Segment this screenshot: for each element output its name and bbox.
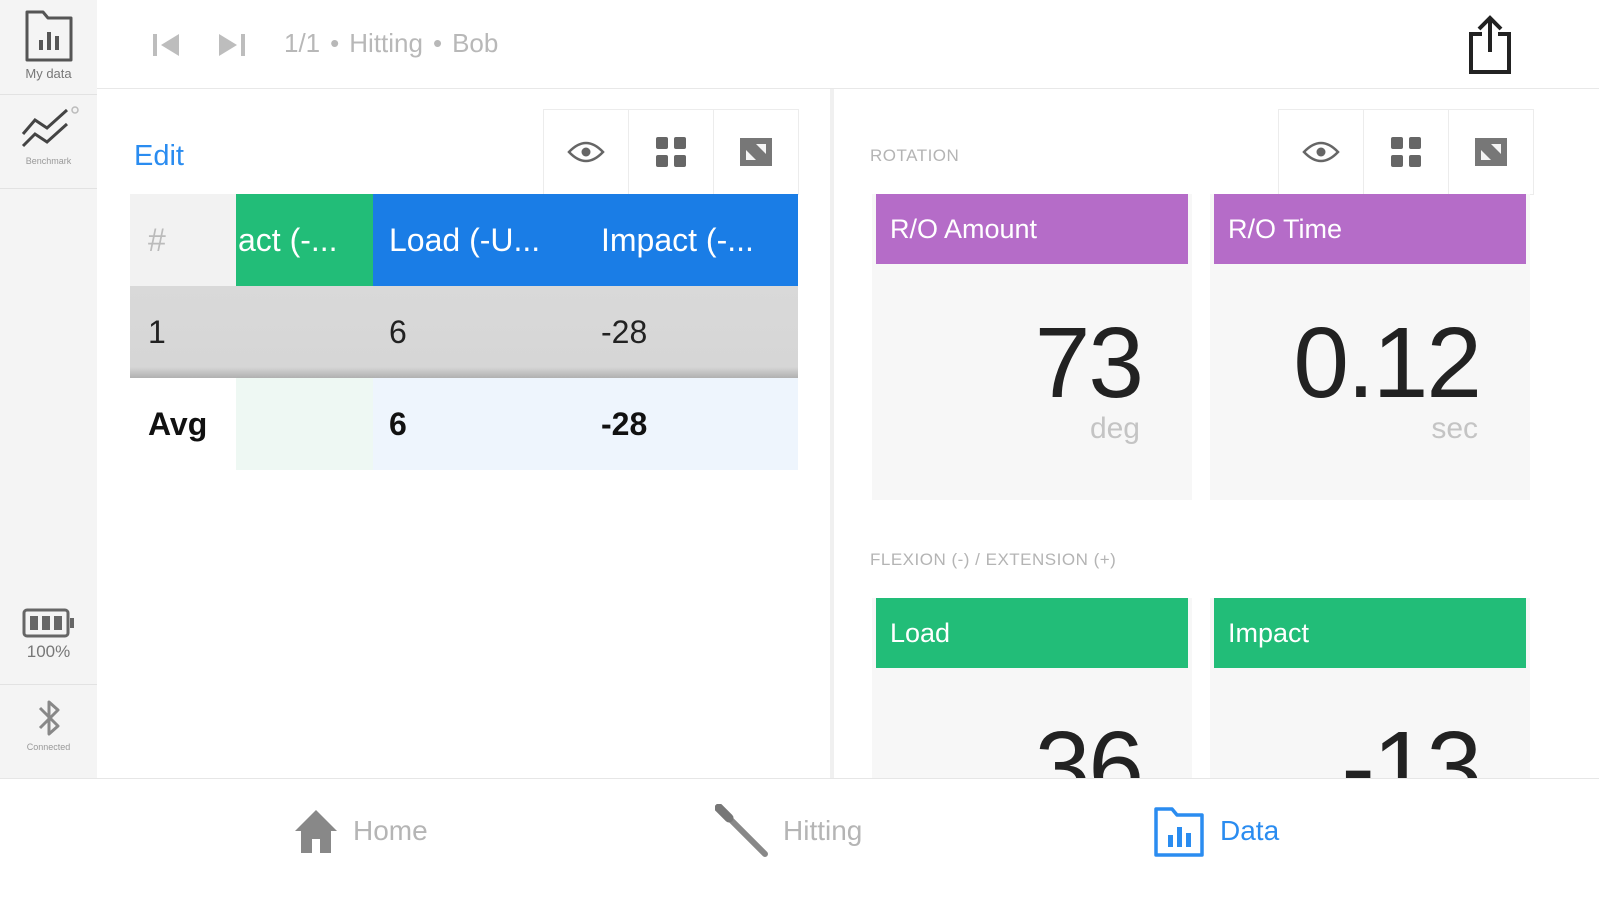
average-row: Avg 6 -28 <box>130 378 798 470</box>
player-name: Bob <box>452 28 499 58</box>
expand-icon <box>740 138 772 166</box>
grid-view-button[interactable] <box>629 110 714 194</box>
metric-card-ro-amount[interactable]: R/O Amount 73 deg <box>872 194 1192 500</box>
sidebar-divider <box>0 684 97 685</box>
left-sidebar: My data Benchmark 100% Connected <box>0 0 98 792</box>
eye-icon <box>1302 141 1340 163</box>
bluetooth-label: Connected <box>26 742 71 752</box>
bottom-tab-bar: Home Hitting Data <box>0 778 1599 901</box>
flexion-title: FLEXION (-) / EXTENSION (+) <box>870 550 1117 569</box>
metric-label: R/O Time <box>1214 194 1526 264</box>
bar-chart-folder-icon <box>1154 807 1204 857</box>
metric-unit: sec <box>1431 412 1478 445</box>
metric-label: R/O Amount <box>876 194 1188 264</box>
row-number: 1 <box>148 313 166 350</box>
edit-button[interactable]: Edit <box>134 140 184 173</box>
metric-value: 73 <box>1034 307 1144 419</box>
column-header[interactable]: act (-... <box>236 194 373 286</box>
tab-hitting-label: Hitting <box>783 815 863 846</box>
table-cell: 6 <box>373 378 585 470</box>
skip-first-icon[interactable] <box>149 28 183 62</box>
metric-unit: deg <box>1089 412 1140 445</box>
table-cell <box>236 286 373 378</box>
tab-home[interactable]: Home <box>293 803 428 859</box>
share-icon[interactable] <box>1465 12 1515 76</box>
sidebar-divider <box>0 94 97 95</box>
column-header[interactable]: # <box>130 194 236 286</box>
tab-home-label: Home <box>353 815 428 846</box>
my-data-button[interactable]: My data <box>0 8 97 81</box>
table-cell: -28 <box>585 378 798 470</box>
skip-last-icon[interactable] <box>215 28 249 62</box>
tab-hitting[interactable]: Hitting <box>715 803 862 859</box>
bluetooth-status[interactable]: Connected <box>0 696 97 752</box>
table-row[interactable]: 1 6 -28 <box>130 286 798 378</box>
battery-icon <box>22 608 74 638</box>
sidebar-divider <box>0 188 97 189</box>
benchmark-button[interactable]: Benchmark <box>0 104 97 166</box>
data-table: # act (-... Load (-U... Impact (-... 1 6… <box>130 194 798 470</box>
expand-button[interactable] <box>714 110 798 194</box>
home-icon <box>295 810 337 853</box>
grid-icon <box>656 137 686 167</box>
metric-label: Impact <box>1214 598 1526 668</box>
metric-card-impact[interactable]: Impact -13 <box>1210 598 1530 778</box>
visibility-button[interactable] <box>1279 110 1364 194</box>
grid-view-button[interactable] <box>1364 110 1449 194</box>
table-cell <box>236 378 373 470</box>
metric-card-ro-time[interactable]: R/O Time 0.12 sec <box>1210 194 1530 500</box>
tab-data[interactable]: Data <box>1152 803 1279 859</box>
metric-value: 0.12 <box>1293 307 1482 419</box>
expand-button[interactable] <box>1449 110 1533 194</box>
table-header: # act (-... Load (-U... Impact (-... <box>130 194 798 286</box>
eye-icon <box>567 141 605 163</box>
tab-data-label: Data <box>1220 815 1280 846</box>
expand-icon <box>1475 138 1507 166</box>
record-counter: 1/1 <box>284 28 321 58</box>
grid-icon <box>1391 137 1421 167</box>
metric-value: -13 <box>1341 711 1482 778</box>
trend-line-icon <box>21 106 79 148</box>
my-data-label: My data <box>25 66 72 81</box>
bar-chart-folder-icon <box>25 10 72 62</box>
rotation-title: ROTATION <box>870 146 960 165</box>
battery-status: 100% <box>0 606 97 662</box>
metric-label: Load <box>876 598 1188 668</box>
panel-divider <box>830 89 834 792</box>
benchmark-label: Benchmark <box>25 156 72 166</box>
metric-value: 36 <box>1034 711 1144 778</box>
bluetooth-icon <box>38 700 59 736</box>
battery-label: 100% <box>26 642 71 661</box>
table-cell: 6 <box>389 313 407 350</box>
activity-name: Hitting <box>349 28 423 58</box>
bat-icon <box>715 804 768 857</box>
table-toolbar <box>543 109 799 195</box>
breadcrumb: 1/1 • Hitting • Bob <box>284 28 499 58</box>
column-header[interactable]: Impact (-... <box>585 194 798 286</box>
column-header[interactable]: Load (-U... <box>373 194 585 286</box>
metric-card-load[interactable]: Load 36 <box>872 598 1192 778</box>
metrics-toolbar <box>1278 109 1534 195</box>
table-cell: -28 <box>601 313 648 350</box>
avg-label: Avg <box>130 378 236 470</box>
visibility-button[interactable] <box>544 110 629 194</box>
